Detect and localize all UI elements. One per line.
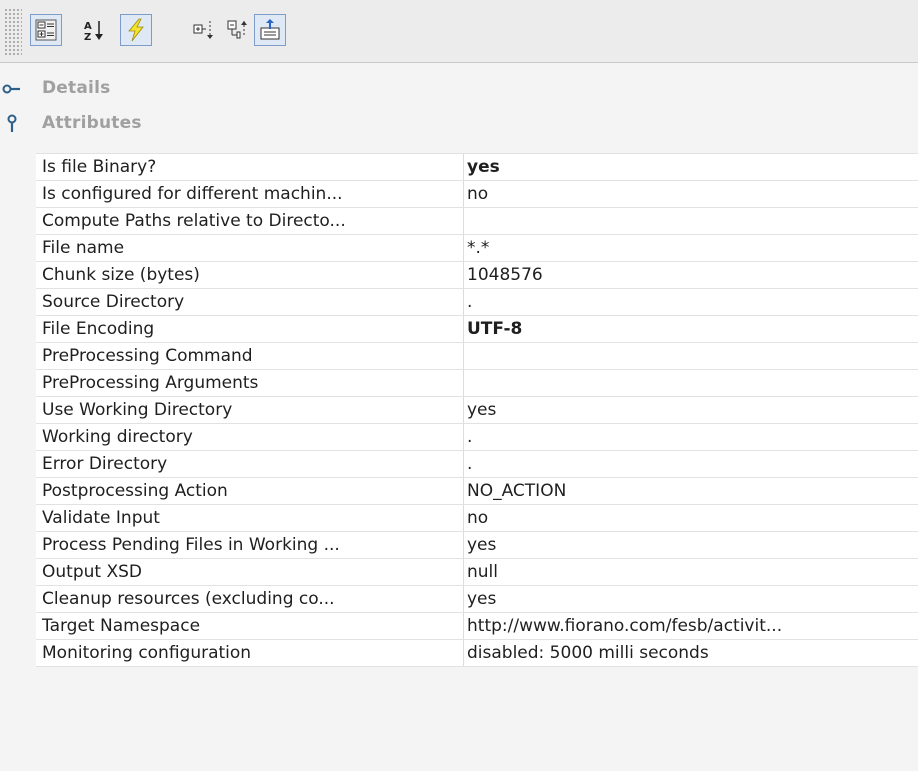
property-name: Is configured for different machin...	[36, 181, 464, 207]
expand-all-button[interactable]	[188, 14, 220, 46]
property-row[interactable]: Monitoring configuration disabled: 5000 m…	[36, 640, 918, 667]
property-row[interactable]: Source Directory.	[36, 289, 918, 316]
property-name: Error Directory	[36, 451, 464, 477]
property-row[interactable]: Use Working Directory yes	[36, 397, 918, 424]
expand-all-icon	[193, 21, 213, 39]
attributes-table: Is file Binary? yes Is configured for diff…	[36, 153, 918, 667]
expanded-key-icon	[7, 114, 17, 132]
property-value[interactable]: yes	[464, 586, 918, 612]
import-export-icon	[260, 19, 280, 40]
property-value[interactable]: http://www.fiorano.com/fesb/activit...	[464, 613, 918, 639]
property-name: Chunk size (bytes)	[36, 262, 464, 288]
property-name: Source Directory	[36, 289, 464, 315]
property-value[interactable]: no	[464, 505, 918, 531]
property-name: Postprocessing Action	[36, 478, 464, 504]
property-value[interactable]	[464, 208, 918, 234]
property-name: Compute Paths relative to Directo...	[36, 208, 464, 234]
property-value[interactable]: yes	[464, 397, 918, 423]
show-expert-properties-icon	[128, 18, 144, 42]
property-value[interactable]: no	[464, 181, 918, 207]
property-name: Monitoring configuration	[36, 640, 464, 666]
section-attributes[interactable]: Attributes	[0, 108, 918, 140]
property-value[interactable]: null	[464, 559, 918, 585]
property-value[interactable]: .	[464, 424, 918, 450]
property-value[interactable]: NO_ACTION	[464, 478, 918, 504]
property-value[interactable]: yes	[464, 154, 918, 180]
property-name: Process Pending Files in Working ...	[36, 532, 464, 558]
property-name: File name	[36, 235, 464, 261]
property-name: Output XSD	[36, 559, 464, 585]
property-name: File Encoding	[36, 316, 464, 342]
sort-alphabetically-button[interactable]: A Z	[78, 14, 110, 46]
property-name: Validate Input	[36, 505, 464, 531]
collapse-all-icon	[227, 20, 247, 39]
property-row[interactable]: Target Namespace http://www.fiorano.com/f…	[36, 613, 918, 640]
property-row[interactable]: Process Pending Files in Working ... yes	[36, 532, 918, 559]
svg-text:Z: Z	[84, 32, 91, 42]
property-value[interactable]: *.*	[464, 235, 918, 261]
property-row[interactable]: Chunk size (bytes) 1048576	[36, 262, 918, 289]
property-value[interactable]: yes	[464, 532, 918, 558]
property-name: Cleanup resources (excluding co...	[36, 586, 464, 612]
property-name: Use Working Directory	[36, 397, 464, 423]
property-name: Working directory	[36, 424, 464, 450]
section-details[interactable]: Details	[0, 73, 918, 105]
property-value[interactable]: UTF-8	[464, 316, 918, 342]
section-attributes-label: Attributes	[42, 113, 142, 133]
property-row[interactable]: Cleanup resources (excluding co... yes	[36, 586, 918, 613]
property-name: Target Namespace	[36, 613, 464, 639]
property-row[interactable]: Postprocessing Action NO_ACTION	[36, 478, 918, 505]
categorized-view-icon	[35, 19, 57, 41]
property-row[interactable]: Validate Input no	[36, 505, 918, 532]
property-row[interactable]: PreProcessing Command	[36, 343, 918, 370]
toolbar: A Z	[0, 0, 918, 63]
svg-text:A: A	[84, 21, 92, 32]
property-sheet: Details Attributes Is file Binary? yes Is …	[0, 63, 918, 771]
property-value[interactable]: 1048576	[464, 262, 918, 288]
property-name: PreProcessing Arguments	[36, 370, 464, 396]
property-row[interactable]: File name *.*	[36, 235, 918, 262]
toolbar-grip[interactable]	[4, 8, 22, 56]
property-value[interactable]	[464, 370, 918, 396]
property-value[interactable]: disabled: 5000 milli seconds	[464, 640, 918, 666]
sort-alphabetically-icon: A Z	[84, 21, 103, 42]
property-row[interactable]: File Encoding UTF-8	[36, 316, 918, 343]
property-value[interactable]: .	[464, 289, 918, 315]
collapsed-key-icon	[2, 84, 20, 94]
property-row[interactable]: Is configured for different machin... no	[36, 181, 918, 208]
property-row[interactable]: Output XSD null	[36, 559, 918, 586]
property-row[interactable]: Compute Paths relative to Directo...	[36, 208, 918, 235]
property-name: PreProcessing Command	[36, 343, 464, 369]
property-row[interactable]: Error Directory.	[36, 451, 918, 478]
property-row[interactable]: PreProcessing Arguments	[36, 370, 918, 397]
property-value[interactable]	[464, 343, 918, 369]
property-row[interactable]: Is file Binary? yes	[36, 154, 918, 181]
collapse-all-button[interactable]	[222, 14, 254, 46]
import-export-button[interactable]	[254, 14, 286, 46]
property-value[interactable]: .	[464, 451, 918, 477]
section-details-label: Details	[42, 78, 111, 98]
categorized-view-button[interactable]	[30, 14, 62, 46]
show-expert-properties-button[interactable]	[120, 14, 152, 46]
property-name: Is file Binary?	[36, 154, 464, 180]
property-row[interactable]: Working directory.	[36, 424, 918, 451]
